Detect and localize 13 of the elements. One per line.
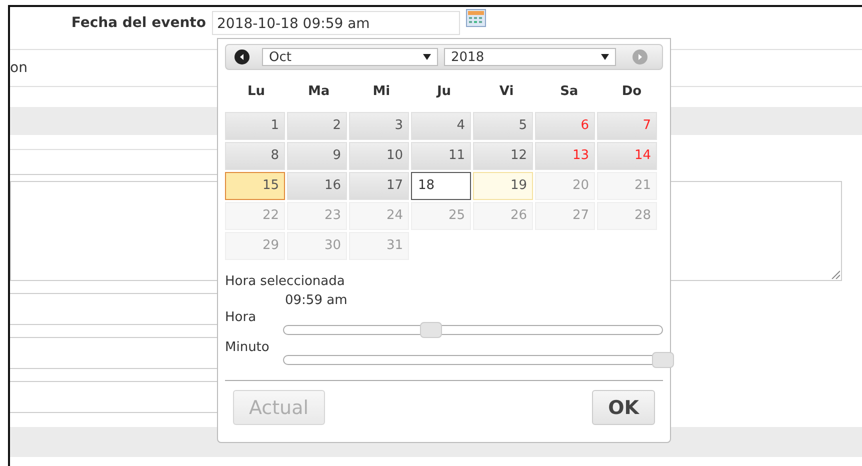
weekday-label: Vi <box>498 84 515 98</box>
slider-label: Hora <box>225 310 258 325</box>
weekday-label: Do <box>620 84 643 98</box>
time-value: 09:59 am <box>285 293 348 308</box>
slider-label: Minuto <box>225 340 270 355</box>
field-label: on <box>10 60 28 76</box>
weekday-label: Sa <box>559 84 580 98</box>
weekday-label: Lu <box>246 84 266 98</box>
weekday-label: Mi <box>372 84 392 98</box>
field-label: Fecha del evento <box>70 15 206 31</box>
weekday-label: Ma <box>306 84 331 98</box>
weekday-label: Ju <box>435 84 452 98</box>
time-label: Hora seleccionada <box>225 274 346 289</box>
